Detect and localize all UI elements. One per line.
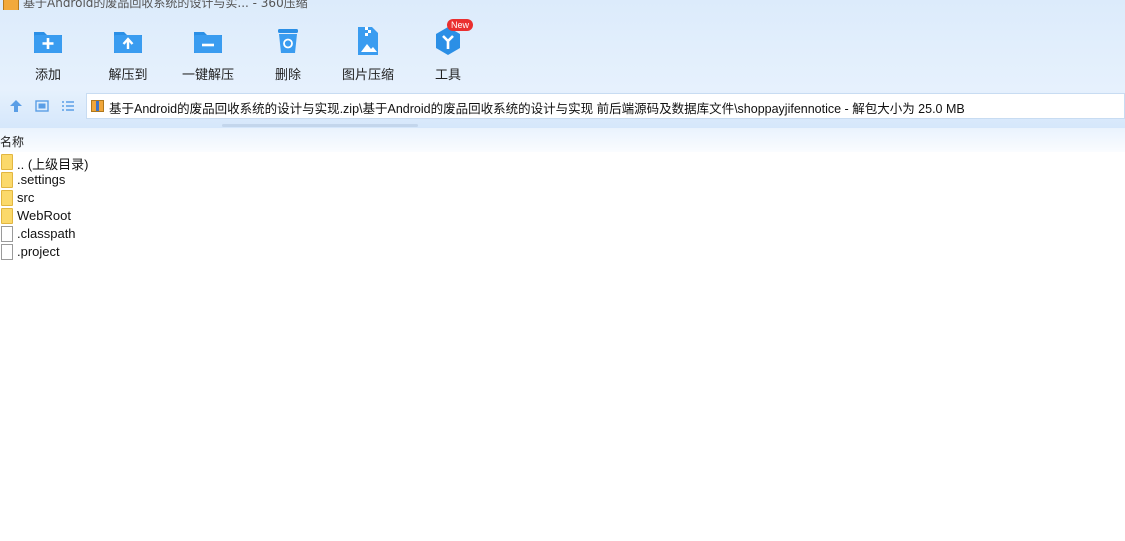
address-bar[interactable]: 基于Android的废品回收系统的设计与实现.zip\基于Android的废品回… xyxy=(86,93,1125,119)
add-folder-icon xyxy=(31,24,65,58)
image-compress-icon xyxy=(351,24,385,58)
tools-label: 工具 xyxy=(434,68,461,83)
list-item[interactable]: .. (上级目录) xyxy=(0,153,300,172)
list-item[interactable]: WebRoot xyxy=(0,207,300,225)
folder-icon xyxy=(1,172,13,188)
one-click-extract-icon xyxy=(191,24,225,58)
column-name-header[interactable]: 名称 xyxy=(0,133,24,150)
add-label: 添加 xyxy=(34,68,61,83)
file-icon xyxy=(1,244,13,260)
list-view-icon[interactable] xyxy=(60,99,76,113)
main-toolbar: 添加 解压到 一键解压 删除 图片压缩 New 工具 xyxy=(0,18,1125,83)
image-compress-button[interactable]: 图片压缩 xyxy=(328,18,408,83)
extract-to-label: 解压到 xyxy=(108,68,148,83)
folder-icon xyxy=(1,208,13,224)
list-item[interactable]: .settings xyxy=(0,171,300,189)
item-name: .project xyxy=(17,244,60,259)
item-name: src xyxy=(17,190,35,205)
list-item[interactable]: .project xyxy=(0,243,300,261)
address-path: 基于Android的废品回收系统的设计与实现.zip\基于Android的废品回… xyxy=(109,102,965,116)
zip-file-icon xyxy=(91,100,104,112)
add-button[interactable]: 添加 xyxy=(8,18,88,83)
title-bar: 基于Android的废品回收系统的设计与实... - 360压缩 xyxy=(0,0,600,10)
item-name: .settings xyxy=(17,172,66,187)
navigation-bar: 基于Android的废品回收系统的设计与实现.zip\基于Android的废品回… xyxy=(0,92,1125,120)
one-click-extract-label: 一键解压 xyxy=(181,68,234,83)
item-name: WebRoot xyxy=(17,208,71,223)
item-name: .classpath xyxy=(17,226,76,241)
extract-to-button[interactable]: 解压到 xyxy=(88,18,168,83)
image-compress-label: 图片压缩 xyxy=(341,68,394,83)
delete-button[interactable]: 删除 xyxy=(248,18,328,83)
delete-icon xyxy=(271,24,305,58)
delete-label: 删除 xyxy=(274,68,301,83)
file-list: .. (上级目录) .settings src WebRoot .classpa… xyxy=(0,153,300,261)
list-item[interactable]: .classpath xyxy=(0,225,300,243)
folder-icon xyxy=(1,190,13,206)
up-level-icon[interactable] xyxy=(8,99,24,113)
column-header: 名称 xyxy=(0,128,1125,152)
window-title: 基于Android的废品回收系统的设计与实... - 360压缩 xyxy=(23,0,308,10)
list-item[interactable]: src xyxy=(0,189,300,207)
folder-icon xyxy=(1,154,13,170)
one-click-extract-button[interactable]: 一键解压 xyxy=(168,18,248,83)
archive-app-icon xyxy=(3,0,19,10)
file-icon xyxy=(1,226,13,242)
thumbnail-view-icon[interactable] xyxy=(34,99,50,113)
tools-icon: New xyxy=(431,19,474,58)
horizontal-scroll-indicator[interactable] xyxy=(222,124,418,127)
new-badge: New xyxy=(447,19,474,31)
app-header: 基于Android的废品回收系统的设计与实... - 360压缩 添加 解压到 … xyxy=(0,0,1125,128)
tools-button[interactable]: New 工具 xyxy=(408,18,488,83)
extract-to-icon xyxy=(111,24,145,58)
